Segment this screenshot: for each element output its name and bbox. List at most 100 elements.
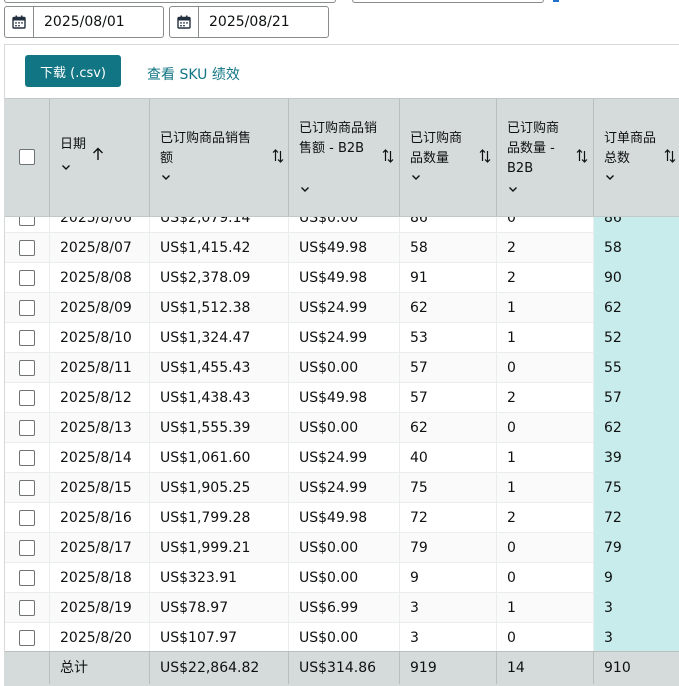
column-header-date[interactable]: 日期 xyxy=(50,99,150,216)
cell-ordered-sales-b2b: US$24.99 xyxy=(289,473,400,503)
row-checkbox[interactable] xyxy=(19,540,35,556)
column-header-units-ordered-b2b[interactable]: 已订购商品数量 - B2B xyxy=(497,99,594,216)
cell-ordered-sales-b2b: US$0.00 xyxy=(289,623,400,651)
row-select-cell xyxy=(5,473,50,503)
row-checkbox[interactable] xyxy=(19,630,35,646)
table-row: 2025/8/17 US$1,999.21 US$0.00 79 0 79 xyxy=(5,533,679,563)
chevron-down-icon[interactable] xyxy=(411,171,421,184)
column-header-total-order-items[interactable]: 订单商品总数 xyxy=(594,99,679,216)
row-checkbox[interactable] xyxy=(19,300,35,316)
cell-ordered-sales: US$78.97 xyxy=(150,593,289,623)
sort-bidirectional-icon[interactable] xyxy=(664,149,676,167)
column-header-ordered-sales[interactable]: 已订购商品销售额 xyxy=(150,99,289,216)
row-checkbox[interactable] xyxy=(19,240,35,256)
start-date-value[interactable]: 2025/08/01 xyxy=(34,7,125,37)
row-checkbox[interactable] xyxy=(19,420,35,436)
chevron-down-icon[interactable] xyxy=(508,183,518,196)
sort-ascending-icon[interactable] xyxy=(92,147,104,165)
cell-ordered-sales-b2b: US$24.99 xyxy=(289,293,400,323)
column-label: 日期 xyxy=(60,137,87,152)
table-body[interactable]: 2025/8/06 US$2,079.14 US$0.00 86 0 86 2025/8/0… xyxy=(5,217,679,651)
row-checkbox[interactable] xyxy=(19,360,35,376)
chevron-down-icon[interactable] xyxy=(61,161,71,174)
table-row: 2025/8/15 US$1,905.25 US$24.99 75 1 75 xyxy=(5,473,679,503)
table-footer-totals: 总计 US$22,864.82 US$314.86 919 14 910 xyxy=(5,651,679,686)
cell-units-ordered: 75 xyxy=(400,473,497,503)
cell-ordered-sales: US$1,061.60 xyxy=(150,443,289,473)
chevron-down-icon[interactable] xyxy=(161,171,171,184)
cell-ordered-sales-b2b: US$0.00 xyxy=(289,563,400,593)
cell-units-ordered-b2b: 0 xyxy=(497,353,594,383)
cell-total-order-items: 57 xyxy=(594,383,679,413)
row-checkbox[interactable] xyxy=(19,570,35,586)
row-select-cell xyxy=(5,593,50,623)
totals-ordered-sales: US$22,864.82 xyxy=(150,652,289,684)
row-select-cell xyxy=(5,323,50,353)
report-panel: 下载 (.csv) 查看 SKU 绩效 日期 已订购商品销售额 已订购商品销售额… xyxy=(4,44,679,686)
column-label: 已订购商品销售额 - B2B xyxy=(299,121,378,156)
cell-ordered-sales-b2b: US$0.00 xyxy=(289,217,400,233)
chevron-down-icon[interactable] xyxy=(300,183,310,196)
sort-bidirectional-icon[interactable] xyxy=(272,149,284,167)
row-select-cell xyxy=(5,413,50,443)
cell-total-order-items: 90 xyxy=(594,263,679,293)
row-checkbox[interactable] xyxy=(19,330,35,346)
sort-bidirectional-icon[interactable] xyxy=(576,149,588,167)
cell-ordered-sales-b2b: US$49.98 xyxy=(289,503,400,533)
cell-total-order-items: 52 xyxy=(594,323,679,353)
row-checkbox[interactable] xyxy=(19,270,35,286)
row-checkbox[interactable] xyxy=(19,480,35,496)
cell-units-ordered: 57 xyxy=(400,383,497,413)
cell-total-order-items: 72 xyxy=(594,503,679,533)
cell-units-ordered-b2b: 1 xyxy=(497,323,594,353)
column-header-units-ordered[interactable]: 已订购商品数量 xyxy=(400,99,497,216)
view-sku-performance-link[interactable]: 查看 SKU 绩效 xyxy=(147,64,240,84)
cell-units-ordered-b2b: 1 xyxy=(497,293,594,323)
top-dropdown-fragment-2[interactable] xyxy=(352,0,544,3)
cell-date: 2025/8/06 xyxy=(50,217,150,233)
top-dropdown-fragment[interactable] xyxy=(4,0,336,3)
cell-units-ordered-b2b: 1 xyxy=(497,473,594,503)
cell-ordered-sales: US$1,324.47 xyxy=(150,323,289,353)
cell-units-ordered: 62 xyxy=(400,293,497,323)
table-row: 2025/8/14 US$1,061.60 US$24.99 40 1 39 xyxy=(5,443,679,473)
row-checkbox[interactable] xyxy=(19,450,35,466)
column-label: 已订购商品数量 - B2B xyxy=(507,121,560,176)
start-date-field[interactable]: 2025/08/01 xyxy=(4,6,164,38)
row-checkbox[interactable] xyxy=(19,217,35,226)
end-date-field[interactable]: 2025/08/21 xyxy=(169,6,329,38)
cell-total-order-items: 86 xyxy=(594,217,679,233)
cell-units-ordered: 40 xyxy=(400,443,497,473)
totals-ordered-sales-b2b: US$314.86 xyxy=(289,652,400,684)
row-checkbox[interactable] xyxy=(19,510,35,526)
cell-ordered-sales: US$107.97 xyxy=(150,623,289,651)
select-all-checkbox[interactable] xyxy=(19,149,35,165)
calendar-icon[interactable] xyxy=(170,7,199,37)
end-date-value[interactable]: 2025/08/21 xyxy=(199,7,290,37)
cell-date: 2025/8/08 xyxy=(50,263,150,293)
cell-ordered-sales: US$2,378.09 xyxy=(150,263,289,293)
cell-units-ordered: 79 xyxy=(400,533,497,563)
row-checkbox[interactable] xyxy=(19,390,35,406)
chevron-down-icon[interactable] xyxy=(605,171,615,184)
cell-ordered-sales: US$1,512.38 xyxy=(150,293,289,323)
cell-total-order-items: 3 xyxy=(594,593,679,623)
row-select-cell xyxy=(5,233,50,263)
table-row: 2025/8/10 US$1,324.47 US$24.99 53 1 52 xyxy=(5,323,679,353)
cell-units-ordered: 86 xyxy=(400,217,497,233)
column-header-ordered-sales-b2b[interactable]: 已订购商品销售额 - B2B xyxy=(289,99,400,216)
column-label: 已订购商品销售额 xyxy=(160,131,252,166)
cell-date: 2025/8/18 xyxy=(50,563,150,593)
cell-units-ordered-b2b: 0 xyxy=(497,623,594,651)
calendar-icon[interactable] xyxy=(5,7,34,37)
sort-bidirectional-icon[interactable] xyxy=(479,149,491,167)
download-csv-button[interactable]: 下载 (.csv) xyxy=(25,55,121,87)
sort-bidirectional-icon[interactable] xyxy=(382,149,394,167)
table-row: 2025/8/09 US$1,512.38 US$24.99 62 1 62 xyxy=(5,293,679,323)
cell-date: 2025/8/11 xyxy=(50,353,150,383)
top-link-fragment[interactable] xyxy=(553,0,559,2)
column-label: 已订购商品数量 xyxy=(410,131,463,166)
row-checkbox[interactable] xyxy=(19,600,35,616)
row-select-cell xyxy=(5,563,50,593)
cell-total-order-items: 9 xyxy=(594,563,679,593)
